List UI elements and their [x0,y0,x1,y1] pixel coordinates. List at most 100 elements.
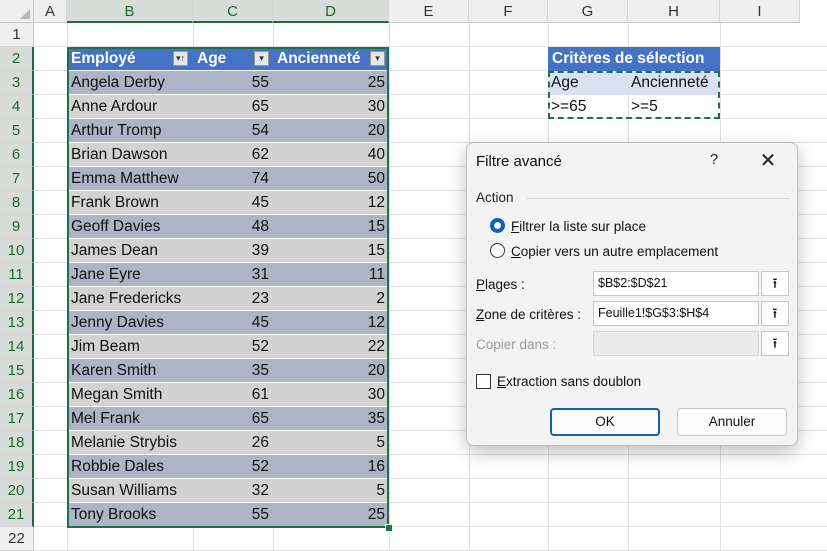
row-header[interactable]: 19 [0,455,34,479]
cell-employe[interactable]: Jane Eyre [67,263,193,287]
header-age[interactable]: Age ▾ [193,47,273,71]
collapse-dialog-icon[interactable]: ⭱ [761,331,789,356]
cell-age[interactable]: 35 [193,359,273,383]
sort-filter-icon[interactable]: ▾↑ [173,51,188,66]
unique-records-checkbox[interactable] [476,374,491,389]
radio-filter-in-place-label[interactable]: Filtrer la liste sur place [511,219,646,234]
column-header[interactable]: D [273,0,389,23]
cell-age[interactable]: 52 [193,335,273,359]
criteria-title[interactable]: Critères de sélection [548,47,720,71]
cell-employe[interactable]: Angela Derby [67,71,193,95]
radio-copy-elsewhere[interactable] [490,243,505,258]
row-header[interactable]: 11 [0,263,34,287]
cell-age[interactable]: 61 [193,383,273,407]
row-header[interactable]: 18 [0,431,34,455]
cell-anciennete[interactable]: 40 [273,143,389,167]
cell-anciennete[interactable]: 5 [273,431,389,455]
radio-filter-in-place[interactable] [490,218,505,233]
cell-age[interactable]: 55 [193,71,273,95]
header-anciennete[interactable]: Ancienneté ▾ [273,47,389,71]
cell-employe[interactable]: Melanie Strybis [67,431,193,455]
fill-handle[interactable] [385,524,393,532]
cell-age[interactable]: 45 [193,311,273,335]
filter-dropdown-icon[interactable]: ▾ [254,51,269,66]
cell-employe[interactable]: Arthur Tromp [67,119,193,143]
column-header[interactable]: C [193,0,273,23]
cell-age[interactable]: 54 [193,119,273,143]
collapse-dialog-icon[interactable]: ⭱ [761,271,789,296]
cell-anciennete[interactable]: 20 [273,359,389,383]
cell-anciennete[interactable]: 5 [273,479,389,503]
ok-button[interactable]: OK [550,408,660,436]
cell-anciennete[interactable]: 30 [273,383,389,407]
cell-employe[interactable]: Jenny Davies [67,311,193,335]
column-header[interactable]: E [389,0,469,23]
row-header[interactable]: 2 [0,47,34,71]
cell-employe[interactable]: Megan Smith [67,383,193,407]
cell-anciennete[interactable]: 15 [273,239,389,263]
cell-age[interactable]: 52 [193,455,273,479]
cell-employe[interactable]: Robbie Dales [67,455,193,479]
cell-anciennete[interactable]: 22 [273,335,389,359]
cell-employe[interactable]: Jim Beam [67,335,193,359]
row-header[interactable]: 7 [0,167,34,191]
cell-employe[interactable]: Jane Fredericks [67,287,193,311]
cell-anciennete[interactable]: 12 [273,191,389,215]
cell-age[interactable]: 26 [193,431,273,455]
cell-age[interactable]: 45 [193,191,273,215]
row-header[interactable]: 8 [0,191,34,215]
cell-anciennete[interactable]: 35 [273,407,389,431]
cell-age[interactable]: 65 [193,407,273,431]
cell-employe[interactable]: Mel Frank [67,407,193,431]
cell-anciennete[interactable]: 25 [273,503,389,527]
criteria-header-age[interactable]: Age [548,71,628,95]
cell-anciennete[interactable]: 2 [273,287,389,311]
row-header[interactable]: 3 [0,71,34,95]
cell-employe[interactable]: Emma Matthew [67,167,193,191]
row-header[interactable]: 16 [0,383,34,407]
unique-records-label[interactable]: Extraction sans doublon [497,374,641,389]
row-header[interactable]: 6 [0,143,34,167]
row-header[interactable]: 17 [0,407,34,431]
row-header[interactable]: 9 [0,215,34,239]
cell-employe[interactable]: Tony Brooks [67,503,193,527]
row-header[interactable]: 5 [0,119,34,143]
cell-age[interactable]: 55 [193,503,273,527]
cell-age[interactable]: 31 [193,263,273,287]
cell-age[interactable]: 23 [193,287,273,311]
row-header[interactable]: 20 [0,479,34,503]
select-all-corner[interactable] [0,0,34,23]
cell-age[interactable]: 39 [193,239,273,263]
criteria-value-age[interactable]: >=65 [548,95,628,119]
radio-copy-elsewhere-label[interactable]: Copier vers un autre emplacement [511,244,718,259]
row-header[interactable]: 21 [0,503,34,527]
header-employe[interactable]: Employé ▾↑ [67,47,193,71]
cell-employe[interactable]: Frank Brown [67,191,193,215]
column-header[interactable]: F [469,0,548,23]
cell-employe[interactable]: Anne Ardour [67,95,193,119]
criteria-value-anciennete[interactable]: >=5 [628,95,720,119]
criteria-header-anciennete[interactable]: Ancienneté [628,71,720,95]
cell-age[interactable]: 32 [193,479,273,503]
cell-age[interactable]: 62 [193,143,273,167]
criteria-range-input[interactable]: Feuille1!$G$3:$H$4 [593,301,759,326]
row-header[interactable]: 22 [0,527,34,551]
row-header[interactable]: 4 [0,95,34,119]
row-header[interactable]: 10 [0,239,34,263]
filter-dropdown-icon[interactable]: ▾ [370,51,385,66]
cancel-button[interactable]: Annuler [677,408,787,436]
help-icon[interactable]: ? [703,149,725,171]
cell-employe[interactable]: Geoff Davies [67,215,193,239]
row-header[interactable]: 1 [0,23,34,47]
cell-anciennete[interactable]: 25 [273,71,389,95]
column-header[interactable]: G [548,0,628,23]
cell-employe[interactable]: James Dean [67,239,193,263]
cell-employe[interactable]: Susan Williams [67,479,193,503]
column-header[interactable]: I [720,0,800,23]
column-header[interactable]: B [67,0,193,23]
row-header[interactable]: 15 [0,359,34,383]
column-header[interactable]: H [628,0,720,23]
cell-age[interactable]: 65 [193,95,273,119]
column-header[interactable]: A [34,0,67,23]
cell-anciennete[interactable]: 20 [273,119,389,143]
